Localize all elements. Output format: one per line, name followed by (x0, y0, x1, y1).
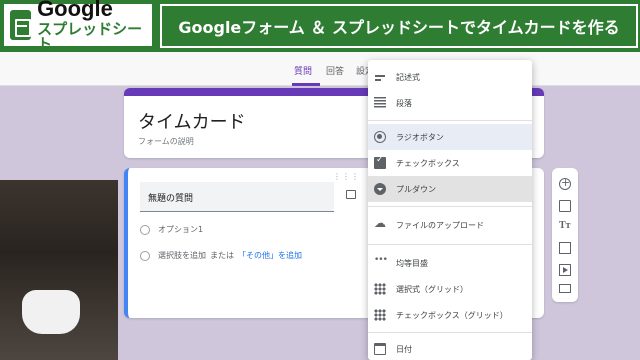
add-image-icon[interactable] (346, 190, 356, 199)
sheets-icon (10, 10, 32, 40)
dropdown-icon (374, 183, 386, 195)
add-section-icon[interactable] (559, 284, 571, 293)
menu-item-radio[interactable]: ラジオボタン (368, 124, 532, 150)
add-title-icon[interactable]: Tт (559, 220, 571, 232)
active-tab-indicator (292, 83, 320, 86)
add-image-icon[interactable] (559, 242, 571, 254)
menu-item-linear-scale[interactable]: 均等目盛 (368, 250, 532, 276)
webcam-overlay (0, 180, 118, 360)
menu-item-file-upload[interactable]: ファイルのアップロード (368, 212, 532, 238)
menu-item-date[interactable]: 日付 (368, 336, 532, 360)
add-video-icon[interactable] (559, 264, 571, 276)
menu-item-checkbox[interactable]: チェックボックス (368, 150, 532, 176)
add-other-link[interactable]: 「その他」を追加 (238, 250, 302, 261)
add-option-row: 選択肢を追加 または 「その他」を追加 (140, 250, 302, 261)
logo-line2: スプレッドシート (37, 20, 143, 53)
drag-handle-icon[interactable]: ⋮⋮⋮ (333, 172, 360, 181)
or-text: または (210, 251, 234, 260)
form-title[interactable]: タイムカード (138, 108, 246, 134)
banner-title-text: Googleフォーム ＆ スプレッドシートでタイムカードを作る (178, 18, 620, 37)
side-toolbar: Tт (552, 168, 578, 302)
menu-item-short-answer[interactable]: 記述式 (368, 64, 532, 90)
short-answer-icon (374, 71, 386, 83)
menu-item-multiple-choice-grid[interactable]: 選択式（グリッド） (368, 276, 532, 302)
add-option-link[interactable]: 選択肢を追加 (158, 250, 206, 261)
form-description[interactable]: フォームの説明 (138, 136, 194, 147)
logo: Google スプレッドシート (2, 0, 154, 52)
grid-icon (374, 283, 386, 295)
option-row: オプション1 (140, 224, 203, 235)
menu-item-paragraph[interactable]: 段落 (368, 90, 532, 116)
forms-toolbar: 質問 回答 設定 (0, 52, 640, 86)
grid-icon (374, 309, 386, 321)
linear-scale-icon (374, 255, 387, 269)
question-type-menu: 記述式 段落 ラジオボタン チェックボックス プルダウン ファイルのアップロード… (368, 60, 532, 360)
question-title-input[interactable]: 無題の質問 (140, 182, 334, 212)
radio-button-icon (374, 131, 386, 143)
menu-item-checkbox-grid[interactable]: チェックボックス（グリッド） (368, 302, 532, 328)
tab-responses[interactable]: 回答 (326, 64, 344, 77)
checkbox-icon (374, 155, 386, 169)
upload-cloud-icon (374, 216, 386, 231)
calendar-icon (374, 343, 386, 355)
banner-title: Googleフォーム ＆ スプレッドシートでタイムカードを作る (160, 4, 638, 48)
radio-icon (140, 224, 150, 235)
menu-item-dropdown[interactable]: プルダウン (368, 176, 532, 202)
radio-icon (140, 250, 150, 261)
tab-questions[interactable]: 質問 (294, 64, 312, 77)
option-label[interactable]: オプション1 (158, 224, 203, 235)
video-banner: Google スプレッドシート Googleフォーム ＆ スプレッドシートでタイ… (0, 0, 640, 52)
paragraph-icon (374, 97, 386, 109)
add-question-icon[interactable] (559, 176, 571, 190)
import-questions-icon[interactable] (559, 200, 571, 212)
presenter-mask (22, 290, 80, 334)
logo-line1: Google (37, 0, 113, 21)
